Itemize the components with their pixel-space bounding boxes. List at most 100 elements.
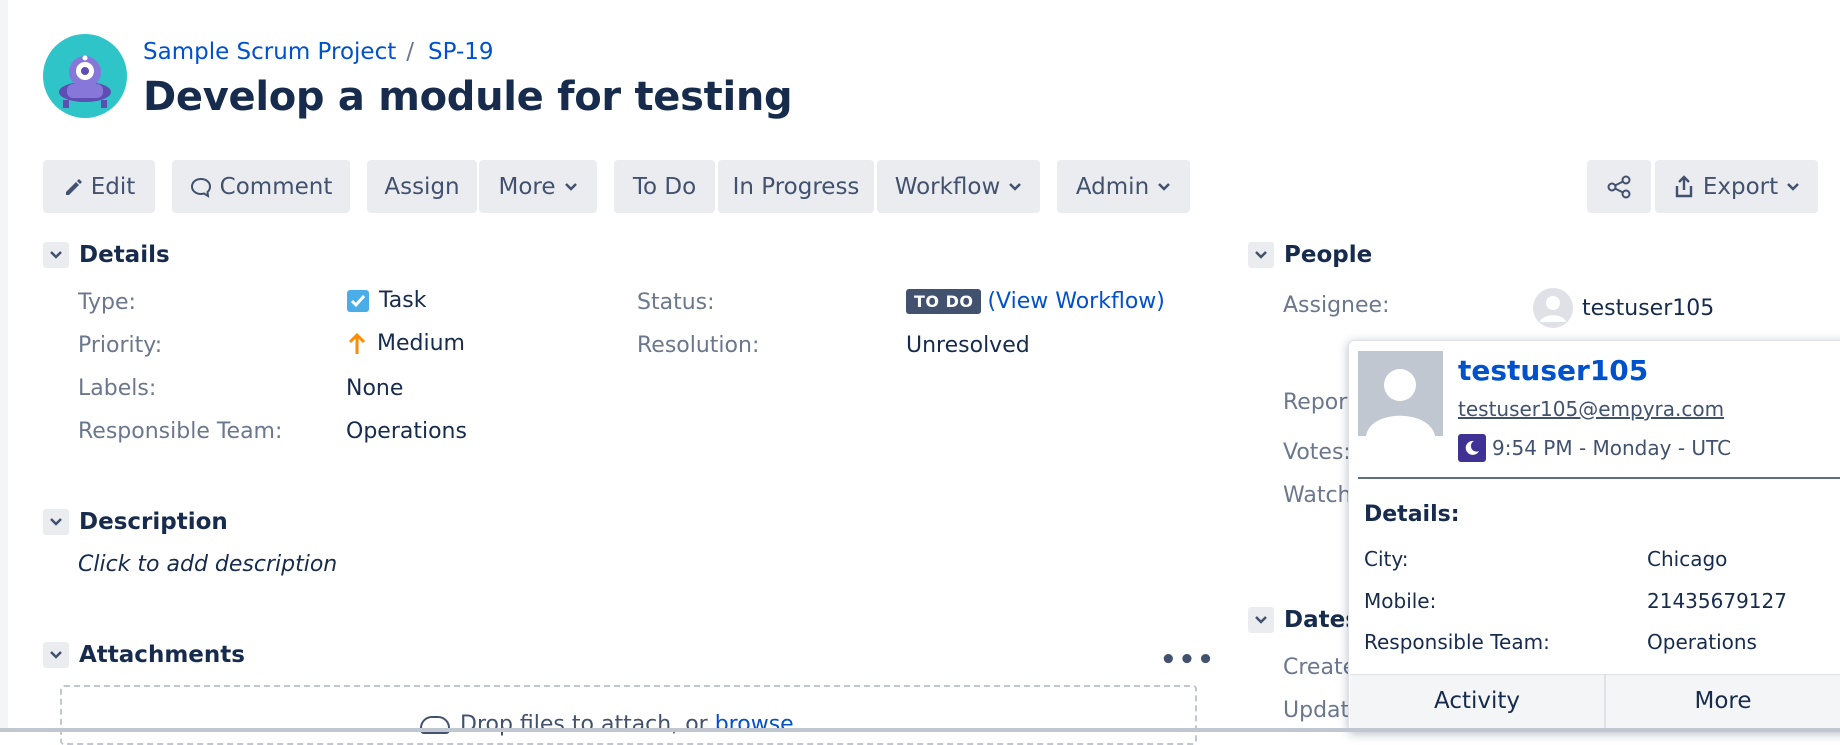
priority-value-text: Medium (377, 331, 465, 356)
user-card-team-value: Operations (1647, 630, 1757, 654)
description-heading: Description (79, 509, 228, 535)
user-card-city-label: City: (1364, 547, 1409, 571)
labels-label: Labels: (78, 376, 157, 401)
browse-link[interactable]: browse (715, 712, 794, 737)
in-progress-button-label: In Progress (732, 173, 860, 200)
more-button[interactable]: More (479, 160, 597, 213)
workflow-button-label: Workflow (894, 173, 1001, 200)
user-card-details-heading: Details: (1364, 502, 1460, 527)
project-avatar[interactable] (43, 34, 127, 118)
assignee-name: testuser105 (1582, 295, 1715, 321)
to-do-button[interactable]: To Do (614, 160, 715, 213)
status-value: TO DO (View Workflow) (906, 289, 1165, 314)
type-value[interactable]: Task (346, 288, 426, 313)
chevron-down-icon (1009, 182, 1022, 191)
user-card-activity-button[interactable]: Activity (1350, 674, 1604, 728)
left-edge-bar (0, 0, 8, 732)
created-label: Create (1283, 655, 1357, 680)
details-section-toggle[interactable]: Details (43, 240, 170, 270)
user-avatar-icon (1358, 351, 1443, 436)
details-heading: Details (79, 242, 170, 268)
assignee-label: Assignee: (1283, 293, 1390, 318)
people-heading: People (1284, 242, 1373, 268)
export-button-label: Export (1702, 173, 1779, 200)
share-icon (1607, 175, 1631, 198)
assign-button[interactable]: Assign (367, 160, 477, 213)
admin-button[interactable]: Admin (1057, 160, 1190, 213)
breadcrumb-separator: / (406, 39, 414, 65)
resolution-label: Resolution: (637, 333, 760, 358)
project-avatar-icon (59, 55, 111, 108)
collapse-chevron-icon (43, 242, 69, 268)
description-section-toggle[interactable]: Description (43, 507, 228, 537)
user-card-city-value: Chicago (1647, 547, 1728, 571)
more-button-label: More (498, 173, 556, 200)
task-icon (347, 289, 369, 312)
admin-button-label: Admin (1075, 173, 1150, 200)
pencil-icon (65, 178, 82, 195)
user-card-more-button[interactable]: More (1606, 674, 1840, 728)
priority-value[interactable]: Medium (346, 331, 465, 356)
resolution-value: Unresolved (906, 333, 1030, 358)
assignee-value[interactable]: testuser105 (1533, 288, 1714, 328)
responsible-team-label: Responsible Team: (78, 419, 283, 444)
labels-value[interactable]: None (346, 376, 403, 401)
collapse-chevron-icon (43, 642, 69, 668)
issue-title[interactable]: Develop a module for testing (143, 74, 793, 120)
assign-button-label: Assign (384, 173, 460, 200)
comment-button[interactable]: Comment (172, 160, 350, 213)
chevron-down-icon (564, 182, 577, 191)
activity-button-label: Activity (1433, 688, 1520, 714)
user-card-name[interactable]: testuser105 (1458, 354, 1648, 387)
breadcrumb-project-link[interactable]: Sample Scrum Project (143, 39, 396, 65)
collapse-chevron-icon (43, 509, 69, 535)
edit-button-label: Edit (90, 173, 136, 200)
chevron-down-icon (1787, 182, 1800, 191)
description-placeholder[interactable]: Click to add description (78, 552, 337, 577)
status-lozenge: TO DO (906, 289, 982, 314)
collapse-chevron-icon (1248, 607, 1274, 633)
votes-label: Votes: (1283, 440, 1351, 465)
arrow-up-priority-icon (348, 332, 366, 354)
attachments-section-toggle[interactable]: Attachments (43, 640, 245, 670)
edit-button[interactable]: Edit (43, 160, 155, 213)
assignee-avatar-icon (1533, 288, 1573, 328)
share-button[interactable] (1587, 160, 1651, 213)
reporter-label: Repor (1283, 390, 1348, 415)
to-do-button-label: To Do (632, 173, 697, 200)
attachments-more-options-icon[interactable]: ••• (1160, 645, 1216, 675)
comment-button-label: Comment (219, 173, 333, 200)
breadcrumb-issue-key-link[interactable]: SP-19 (428, 39, 494, 65)
responsible-team-value[interactable]: Operations (346, 419, 467, 444)
in-progress-button[interactable]: In Progress (718, 160, 874, 213)
priority-label: Priority: (78, 333, 163, 358)
view-workflow-link[interactable]: (View Workflow) (987, 289, 1164, 314)
type-label: Type: (78, 290, 136, 315)
user-card-avatar (1358, 351, 1443, 436)
user-card-local-time: 9:54 PM - Monday - UTC (1458, 434, 1731, 462)
updated-label: Updat (1283, 698, 1350, 723)
user-card-mobile-label: Mobile: (1364, 589, 1437, 613)
dropzone-text: Drop files to attach, or browse (420, 712, 794, 737)
user-card-mobile-value: 21435679127 (1647, 589, 1787, 613)
attachments-heading: Attachments (79, 642, 245, 668)
status-label: Status: (637, 290, 715, 315)
breadcrumb: Sample Scrum Project / SP-19 (143, 36, 494, 68)
bottom-border (0, 728, 1840, 732)
export-button[interactable]: Export (1655, 160, 1818, 213)
type-value-text: Task (379, 288, 427, 313)
user-card-time-text: 9:54 PM - Monday - UTC (1492, 436, 1732, 460)
workflow-button[interactable]: Workflow (877, 160, 1040, 213)
dates-section-toggle[interactable]: Dates (1248, 605, 1359, 635)
export-icon (1675, 174, 1693, 197)
collapse-chevron-icon (1248, 242, 1274, 268)
user-card-team-label: Responsible Team: (1364, 630, 1550, 654)
user-card-divider (1358, 477, 1840, 479)
chevron-down-icon (1158, 182, 1171, 191)
watchers-label: Watch (1283, 483, 1352, 508)
dropzone-prefix: Drop files to attach, or (460, 712, 708, 737)
more-button-label: More (1694, 688, 1752, 714)
user-card-email-link[interactable]: testuser105@empyra.com (1458, 397, 1724, 421)
moon-icon (1458, 434, 1486, 462)
people-section-toggle[interactable]: People (1248, 240, 1372, 270)
